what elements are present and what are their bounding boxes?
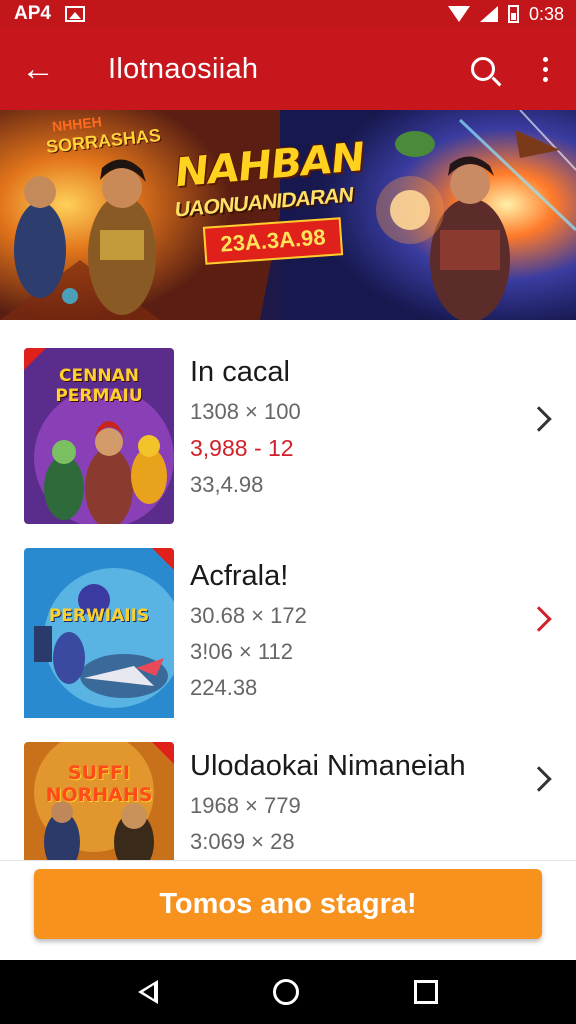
- nav-back-icon[interactable]: [137, 980, 158, 1004]
- signal-icon: [479, 6, 498, 22]
- wifi-icon: [447, 6, 470, 22]
- thumbnail-title: CENNAN PERMAIU: [55, 366, 143, 406]
- product-list: CENNAN PERMAIU In cacal 1308 × 100 3,988…: [0, 320, 576, 860]
- thumbnail-title: PERWIAIIS: [48, 606, 150, 626]
- more-vert-icon: [542, 56, 548, 82]
- chevron-right-icon: [526, 406, 552, 432]
- item-title: Ulodaokai Nimaneiah: [190, 750, 466, 782]
- status-time: 0:38: [528, 3, 564, 24]
- battery-icon: [507, 5, 519, 23]
- item-info: In cacal 1308 × 100 3,988 - 12 33,4.98: [190, 356, 301, 498]
- item-info: Acfrala! 30.68 × 172 3!06 × 112 224.38: [190, 560, 307, 701]
- image-notification-icon: [64, 6, 85, 22]
- item-meta: 224.38: [190, 675, 258, 700]
- item-spec: 30.68 × 172: [190, 603, 307, 628]
- thumbnail-artwork: [24, 548, 174, 718]
- overflow-menu-button[interactable]: [514, 28, 576, 110]
- item-title: Acfrala!: [190, 560, 289, 592]
- primary-cta-button[interactable]: Tomos ano stagra!: [34, 869, 542, 939]
- list-item[interactable]: CENNAN PERMAIU In cacal 1308 × 100 3,988…: [0, 348, 576, 544]
- item-meta: 33,4.98: [190, 472, 264, 497]
- item-spec: 1968 × 779: [190, 793, 301, 818]
- status-bar: AP4 0:38: [0, 0, 576, 28]
- chevron-right-icon: [526, 766, 552, 792]
- item-price: 3:069 × 28: [190, 829, 295, 854]
- item-thumbnail: PERWIAIIS: [24, 548, 174, 724]
- search-button[interactable]: [452, 28, 514, 110]
- item-info: Ulodaokai Nimaneiah 1968 × 779 3:069 × 2…: [190, 750, 466, 855]
- page-title: Ilotnaosiiah: [108, 52, 259, 85]
- thumbnail-title: SUFFI NORHAHS: [45, 762, 153, 806]
- item-thumbnail: CENNAN PERMAIU: [24, 348, 174, 524]
- hero-banner[interactable]: NHHEH SORRASHAS NAHBAN UAONUANIDARAN 23A…: [0, 110, 576, 320]
- search-icon: [471, 57, 495, 81]
- item-thumbnail: SUFFI NORHAHS: [24, 742, 174, 860]
- item-title: In cacal: [190, 356, 290, 388]
- arrow-left-icon: ←: [21, 49, 55, 88]
- nav-recents-icon[interactable]: [414, 980, 439, 1004]
- footer-area: Tomos ano stagra!: [0, 860, 576, 960]
- item-price: 3!06 × 112: [190, 639, 293, 664]
- list-item[interactable]: PERWIAIIS Acfrala! 30.68 × 172 3!06 × 11…: [0, 548, 576, 744]
- nav-home-icon[interactable]: [272, 979, 299, 1005]
- app-bar: ← Ilotnaosiiah: [0, 28, 576, 110]
- system-navigation-bar: [0, 960, 576, 1024]
- chevron-right-icon: [526, 606, 552, 632]
- item-spec: 1308 × 100: [190, 399, 301, 424]
- back-button[interactable]: ←: [0, 28, 76, 110]
- list-item[interactable]: SUFFI NORHAHS Ulodaokai Nimaneiah 1968 ×…: [0, 742, 576, 860]
- item-price: 3,988 - 12: [190, 435, 294, 461]
- carrier-text: AP4: [14, 3, 51, 24]
